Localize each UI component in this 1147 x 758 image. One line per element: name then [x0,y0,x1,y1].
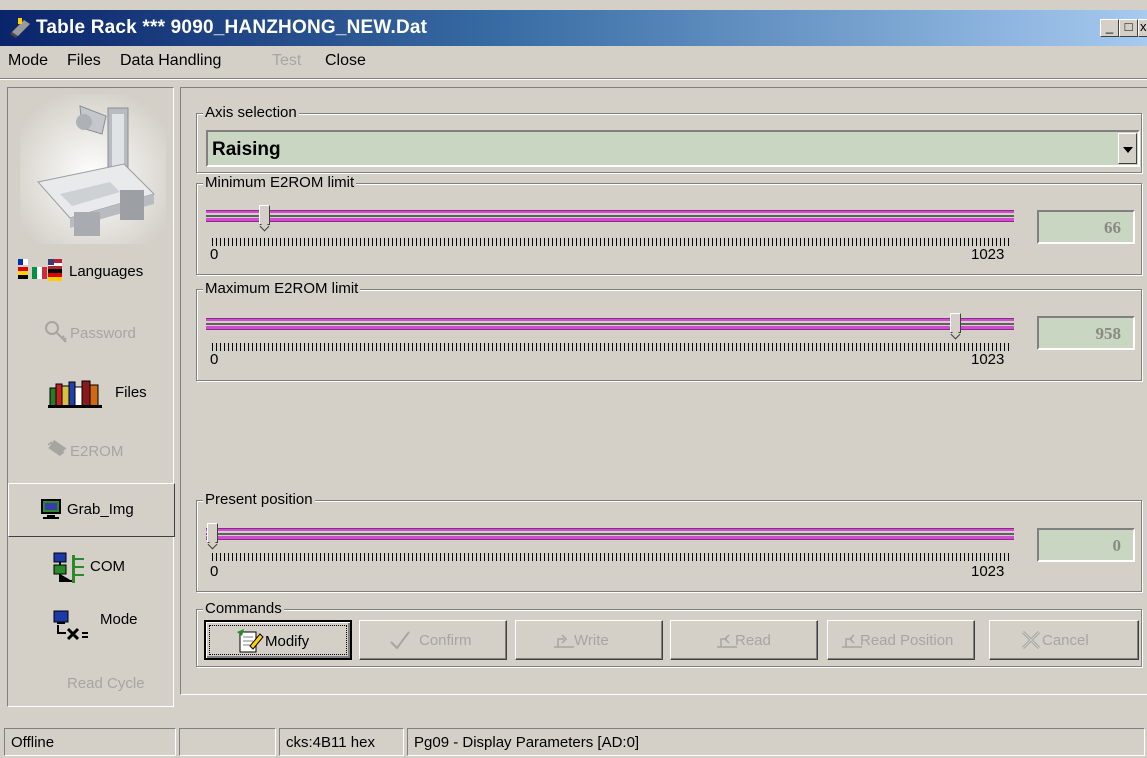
title-bar[interactable]: Table Rack *** 9090_HANZHONG_NEW.Dat _ □… [0,10,1147,46]
max-limit-ticks [212,343,1009,351]
min-limit-slider[interactable] [206,210,1014,224]
minimize-button[interactable]: _ [1100,19,1119,37]
key-icon [45,321,67,343]
min-limit-scale-max: 1023 [971,246,1005,263]
present-position-value: 0 [1037,528,1135,562]
confirm-button[interactable]: Confirm [359,620,507,660]
menu-separator [0,78,1147,80]
sidebar-item-com[interactable]: COM [8,543,175,593]
sidebar-item-mode[interactable]: Mode [8,601,175,651]
sidebar-item-label: E2ROM [70,443,124,460]
sidebar-item-label: Read Cycle [67,675,145,692]
axis-selected-value: Raising [212,139,281,160]
modify-button[interactable]: Modify [204,620,352,660]
max-limit-slider-thumb[interactable] [950,313,961,333]
table-rack-image [20,94,166,244]
min-limit-ticks [212,238,1009,246]
min-limit-scale-min: 0 [210,246,219,263]
sidebar-item-e2rom[interactable]: E2ROM [8,428,175,478]
network-icon [53,552,84,583]
min-limit-value: 66 [1037,210,1135,244]
sidebar-item-label: Password [70,325,136,342]
computer-mode-icon [53,610,88,641]
chevron-down-icon [1123,147,1133,153]
status-page: Pg09 - Display Parameters [AD:0] [407,728,1145,756]
read-position-button[interactable]: Read Position [827,620,975,660]
present-position-scale-min: 0 [210,563,219,580]
read-button[interactable]: Read [670,620,818,660]
sidebar: Languages Password Files E2ROM Grab_Img … [7,87,175,710]
status-bar: Offline cks:4B11 hex Pg09 - Display Para… [0,716,1147,758]
app-icon [10,18,30,38]
menu-data-handling[interactable]: Data Handling [120,52,221,70]
menu-close[interactable]: Close [325,52,366,70]
status-empty-cell [179,728,276,756]
close-button[interactable]: x [1138,19,1147,37]
group-title: Minimum E2ROM limit [203,174,357,191]
checkmark-icon [390,631,410,650]
menu-mode[interactable]: Mode [8,52,48,70]
present-position-slider-thumb[interactable] [207,523,218,543]
cancel-icon [1021,630,1041,650]
sidebar-item-label: Files [115,384,147,401]
cancel-button[interactable]: Cancel [989,620,1139,660]
present-position-scale-max: 1023 [971,563,1005,580]
menu-bar: Mode Files Data Handling Test Close [0,47,1147,75]
group-title: Present position [203,491,315,508]
read-position-button-label: Read Position [860,632,954,649]
sidebar-item-files[interactable]: Files [8,369,175,419]
books-icon [48,380,102,408]
write-button[interactable]: Write [515,620,663,660]
sidebar-item-label: COM [90,558,125,575]
modify-icon [237,629,264,653]
monitor-icon [41,499,61,519]
status-checksum: cks:4B11 hex [279,728,404,756]
present-position-ticks [212,553,1009,561]
group-title: Axis selection [203,104,299,121]
sidebar-item-languages[interactable]: Languages [8,248,175,298]
confirm-button-label: Confirm [419,632,472,649]
group-title: Commands [203,600,284,617]
sidebar-item-label: Mode [100,611,138,628]
status-connection: Offline [4,728,176,756]
axis-select[interactable]: Raising [206,130,1140,167]
sidebar-item-password[interactable]: Password [8,310,175,360]
write-icon [554,634,574,648]
group-title: Maximum E2ROM limit [203,280,361,297]
min-limit-slider-thumb[interactable] [259,205,270,225]
write-button-label: Write [574,632,609,649]
sidebar-item-label: Grab_Img [67,501,134,518]
read-button-label: Read [735,632,771,649]
sidebar-item-label: Languages [69,263,144,280]
modify-button-label: Modify [265,633,310,650]
flags-icon [18,259,62,281]
max-limit-value: 958 [1037,316,1135,350]
max-limit-slider[interactable] [206,318,1014,332]
sidebar-item-read-cycle[interactable]: Read Cycle [8,660,175,710]
menu-test[interactable]: Test [272,52,301,70]
sidebar-item-grab-img[interactable]: Grab_Img [8,483,175,537]
dropdown-arrow-button[interactable] [1118,133,1137,164]
application-window: Table Rack *** 9090_HANZHONG_NEW.Dat _ □… [0,0,1147,758]
window-title: Table Rack *** 9090_HANZHONG_NEW.Dat [36,17,428,38]
chip-icon [47,439,67,457]
present-position-slider[interactable] [206,528,1014,542]
max-limit-scale-min: 0 [210,351,219,368]
maximize-button[interactable]: □ [1119,19,1138,37]
menu-files[interactable]: Files [67,52,101,70]
max-limit-scale-max: 1023 [971,351,1005,368]
cancel-button-label: Cancel [1042,632,1089,649]
